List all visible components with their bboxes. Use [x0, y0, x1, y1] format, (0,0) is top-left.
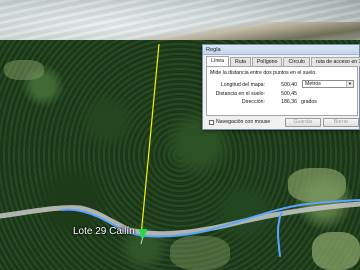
tab-circulo[interactable]: Círculo	[283, 57, 310, 66]
tab-poligono[interactable]: Polígono	[251, 57, 283, 66]
mouse-nav-checkbox[interactable]	[209, 120, 214, 125]
heading-value: 186,36	[281, 99, 297, 105]
heading-label: Dirección:	[241, 99, 265, 105]
tab-linea[interactable]: Línea	[206, 56, 229, 66]
road-path	[0, 201, 360, 237]
ground-length-label: Distancia en el suelo:	[215, 91, 265, 97]
tab-panel-linea: Mide la distancia entre dos puntos en el…	[206, 66, 358, 116]
tab-ruta-3d[interactable]: ruta de acceso en 3D	[310, 57, 360, 66]
dialog-footer: Navegación con mouse Guardar Borrar	[209, 118, 359, 128]
map-length-label: Longitud del mapa:	[220, 82, 265, 88]
ground-length-value: 500,45	[281, 91, 297, 97]
satellite-map[interactable]: Lote 29 Cailín	[0, 0, 360, 270]
clear-button[interactable]: Borrar	[323, 118, 359, 127]
ruler-dialog: Regla Línea Ruta Polígono Círculo ruta d…	[202, 44, 360, 130]
instruction-text: Mide la distancia entre dos puntos en el…	[210, 70, 317, 76]
ruler-line[interactable]	[140, 43, 160, 237]
tab-ruta[interactable]: Ruta	[229, 57, 251, 66]
ground-length-row: Distancia en el suelo: 500,45	[207, 91, 357, 98]
heading-unit: grados	[301, 99, 317, 105]
heading-row: Dirección: 186,36 grados	[207, 99, 357, 106]
ruler-tabs: Línea Ruta Polígono Círculo ruta de acce…	[206, 56, 360, 66]
map-overlay	[0, 43, 360, 257]
unit-select-value: Metros	[305, 81, 321, 87]
map-length-value: 500,40	[281, 82, 297, 88]
dialog-title[interactable]: Regla	[203, 45, 359, 55]
mouse-nav-label[interactable]: Navegación con mouse	[216, 119, 270, 126]
chevron-down-icon[interactable]: ▼	[346, 81, 353, 87]
placemark-label[interactable]: Lote 29 Cailín	[73, 226, 135, 237]
save-button[interactable]: Guardar	[285, 118, 321, 127]
unit-select[interactable]: Metros ▼	[302, 80, 354, 88]
